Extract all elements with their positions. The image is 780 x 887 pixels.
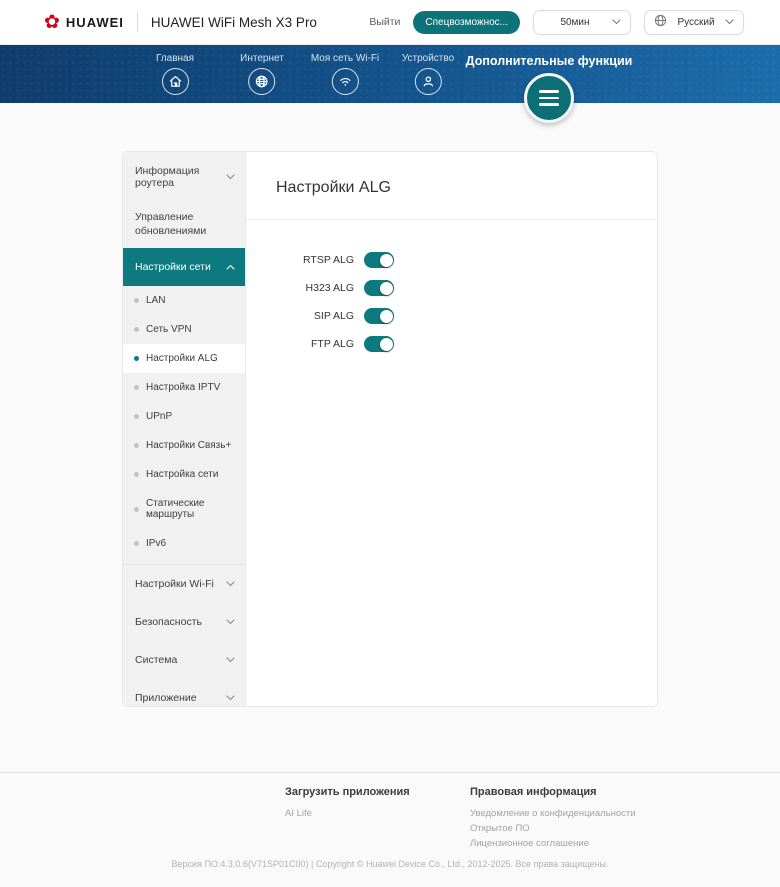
- brand-divider: [136, 12, 138, 32]
- footer-link-license[interactable]: Лицензионное соглашение: [470, 836, 636, 851]
- sidebar-item-wifi-settings[interactable]: Настройки Wi-Fi: [123, 565, 245, 603]
- sidebar-item-ipv6[interactable]: IPv6: [123, 529, 245, 558]
- globe-icon: [248, 68, 276, 95]
- product-title: HUAWEI WiFi Mesh X3 Pro: [150, 14, 317, 30]
- huawei-logo-icon: ✿: [44, 11, 60, 33]
- sidebar-item-upnp[interactable]: UPnP: [123, 402, 245, 431]
- chevron-down-icon: [612, 19, 621, 25]
- footer-legal-column: Правовая информация Уведомление о конфид…: [470, 786, 636, 851]
- wifi-icon: [331, 68, 359, 95]
- globe-icon: [654, 14, 667, 30]
- tab-advanced-label[interactable]: Дополнительные функции: [466, 54, 633, 68]
- ftp-alg-toggle[interactable]: [364, 336, 394, 352]
- bullet-dot-icon: [134, 385, 139, 391]
- footer-link-ai-life[interactable]: AI Life: [285, 806, 410, 821]
- alg-toggle-list: RTSP ALG H323 ALG SIP ALG FTP ALG: [246, 252, 657, 364]
- sidebar-item-lan[interactable]: LAN: [123, 286, 245, 315]
- tab-device[interactable]: Устройство: [402, 53, 454, 95]
- tab-internet[interactable]: Интернет: [240, 53, 284, 95]
- main-nav: Главная Интернет Моя сеть Wi-Fi Устройст…: [0, 45, 780, 123]
- sidebar-item-iptv[interactable]: Настройка IPTV: [123, 373, 245, 402]
- bullet-dot-icon: [134, 443, 139, 449]
- page-title: Настройки ALG: [276, 179, 391, 196]
- sidebar-item-vpn[interactable]: Сеть VPN: [123, 315, 245, 344]
- bullet-dot-icon: [134, 506, 139, 512]
- sidebar-item-static-routes[interactable]: Статические маршруты: [123, 489, 245, 529]
- bullet-dot-icon: [134, 298, 139, 304]
- language-select[interactable]: Русский: [644, 9, 744, 35]
- sidebar-item-network-settings[interactable]: Настройки сети: [123, 248, 245, 287]
- session-timeout-value: 50мин: [560, 16, 590, 28]
- bullet-dot-icon: [134, 327, 139, 333]
- footer-link-open-source[interactable]: Открытое ПО: [470, 821, 636, 836]
- bullet-dot-icon: [134, 472, 139, 478]
- chevron-down-icon: [725, 19, 734, 25]
- home-icon: [161, 68, 189, 95]
- advanced-menu-button[interactable]: [524, 73, 574, 123]
- sidebar-item-alg-settings[interactable]: Настройки ALG: [123, 344, 245, 374]
- footer-legal-header: Правовая информация: [470, 786, 597, 798]
- sip-alg-toggle[interactable]: [364, 308, 394, 324]
- bullet-dot-icon: [134, 356, 139, 362]
- chevron-down-icon: [226, 695, 235, 701]
- accessibility-button[interactable]: Спецвозможнос...: [413, 10, 520, 34]
- logout-link[interactable]: Выйти: [369, 16, 400, 28]
- sidebar-item-application[interactable]: Приложение: [123, 679, 245, 706]
- bullet-dot-icon: [134, 541, 139, 547]
- settings-card: Информация роутера Управление обновления…: [122, 151, 658, 707]
- session-timeout-select[interactable]: 50мин: [533, 9, 631, 35]
- sidebar-item-link-plus[interactable]: Настройки Связь+: [123, 431, 245, 460]
- sidebar: Информация роутера Управление обновления…: [123, 152, 246, 706]
- sidebar-item-network-config[interactable]: Настройка сети: [123, 460, 245, 489]
- app-header: ✿ HUAWEI HUAWEI WiFi Mesh X3 Pro Выйти С…: [0, 0, 780, 45]
- page-footer: Загрузить приложения AI Life Правовая ин…: [0, 772, 780, 869]
- h323-alg-toggle[interactable]: [364, 280, 394, 296]
- sidebar-item-update-management[interactable]: Управление обновлениями: [123, 202, 245, 248]
- toggle-row-ftp: FTP ALG: [246, 336, 657, 352]
- toggle-row-sip: SIP ALG: [246, 308, 657, 324]
- footer-apps-header: Загрузить приложения: [285, 786, 410, 798]
- sidebar-item-router-info[interactable]: Информация роутера: [123, 152, 245, 202]
- sidebar-item-system[interactable]: Система: [123, 641, 245, 679]
- chevron-down-icon: [226, 174, 235, 180]
- chevron-up-icon: [226, 264, 235, 270]
- version-line: Версия ПО:4.3.0.6(V71SP01C00) | Copyrigh…: [171, 859, 609, 869]
- sidebar-item-security[interactable]: Безопасность: [123, 603, 245, 641]
- rtsp-alg-toggle[interactable]: [364, 252, 394, 268]
- huawei-logo-text: HUAWEI: [65, 14, 124, 30]
- hamburger-icon: [539, 90, 559, 93]
- footer-link-privacy[interactable]: Уведомление о конфиденциальности: [470, 806, 636, 821]
- toggle-row-h323: H323 ALG: [246, 280, 657, 296]
- bullet-dot-icon: [134, 414, 139, 420]
- brand: ✿ HUAWEI HUAWEI WiFi Mesh X3 Pro: [44, 12, 317, 32]
- tab-my-wifi[interactable]: Моя сеть Wi-Fi: [311, 53, 379, 95]
- sidebar-bottom-groups: Настройки Wi-Fi Безопасность Система При…: [123, 564, 245, 706]
- content-header: Настройки ALG: [246, 152, 657, 220]
- toggle-row-rtsp: RTSP ALG: [246, 252, 657, 268]
- chevron-down-icon: [226, 581, 235, 587]
- chevron-down-icon: [226, 619, 235, 625]
- content-panel: Настройки ALG RTSP ALG H323 ALG SIP ALG …: [246, 152, 657, 706]
- person-icon: [414, 68, 442, 95]
- tab-home[interactable]: Главная: [156, 53, 194, 95]
- header-actions: Выйти Спецвозможнос... 50мин Русский: [369, 9, 744, 35]
- footer-apps-column: Загрузить приложения AI Life: [285, 786, 410, 821]
- chevron-down-icon: [226, 657, 235, 663]
- language-value: Русский: [677, 16, 715, 28]
